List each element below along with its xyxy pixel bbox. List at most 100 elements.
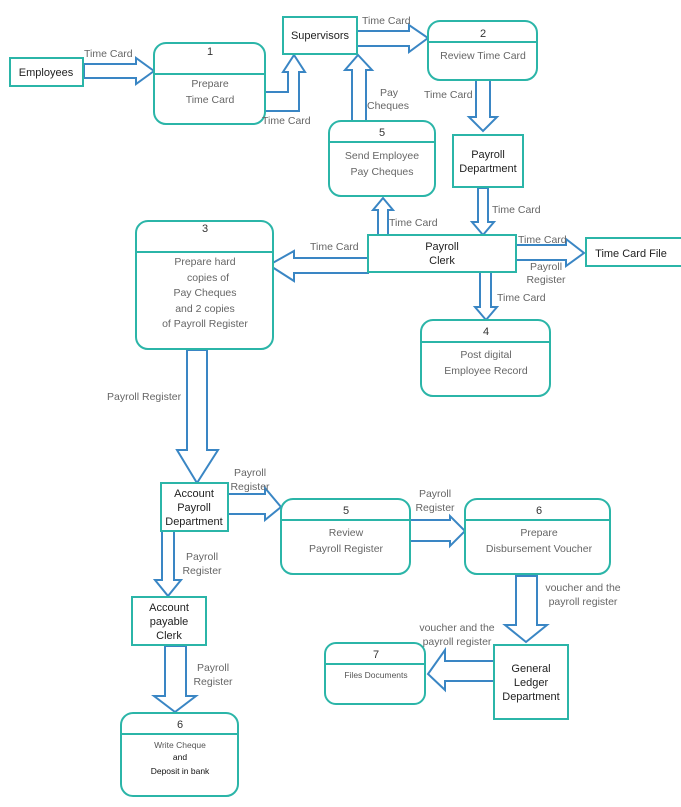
flow-label-p5b-to-p6a: Payroll bbox=[419, 488, 451, 500]
process-label-line: Pay Cheques bbox=[173, 287, 236, 299]
flow-arrow-general-ledger-to-p7[interactable] bbox=[426, 646, 495, 693]
flow-label-clerk-to-time-card-file: Time Card bbox=[518, 234, 567, 246]
process-7-files-documents[interactable]: 7 Files Documents bbox=[324, 642, 426, 705]
entity-label-line: Department bbox=[459, 163, 516, 175]
process-label-line: Payroll Register bbox=[309, 543, 384, 555]
flow-arrow-p5b-to-p6a[interactable] bbox=[409, 513, 467, 549]
entity-label-line: Account bbox=[149, 602, 189, 614]
entity-label-line: Clerk bbox=[429, 255, 455, 267]
entity-label-line: Department bbox=[502, 691, 559, 703]
flow-label-clerk-to-time-card-file: Register bbox=[526, 274, 566, 286]
process-label-line: and bbox=[173, 752, 187, 762]
process-number: 4 bbox=[483, 326, 489, 338]
process-number: 6 bbox=[177, 719, 183, 731]
entity-employees[interactable]: Employees bbox=[9, 57, 84, 87]
flow-arrow-payroll-department-to-clerk[interactable] bbox=[469, 187, 497, 237]
flow-arrow-clerk-to-p4[interactable] bbox=[472, 271, 500, 322]
flow-label-general-ledger-to-p7: voucher and the bbox=[419, 622, 494, 634]
flow-label-p6a-to-general-ledger: voucher and the bbox=[545, 582, 620, 594]
entity-general-ledger-department[interactable]: General Ledger Department bbox=[493, 644, 569, 720]
flow-label-p1-to-supervisors: Time Card bbox=[262, 115, 311, 127]
process-label-line: Time Card bbox=[186, 94, 235, 106]
process-label-line: Review Time Card bbox=[440, 50, 526, 62]
process-label-line: and 2 copies bbox=[175, 303, 235, 315]
flow-label-clerk-to-p4: Time Card bbox=[497, 292, 546, 304]
process-number: 1 bbox=[207, 46, 213, 58]
flow-label-account-payroll-department-to-p5b: Payroll bbox=[234, 467, 266, 479]
flow-label-p5b-to-p6a: Register bbox=[415, 502, 455, 514]
entity-label-line: Payroll bbox=[177, 502, 211, 514]
process-5-review-payroll-register[interactable]: 5 Review Payroll Register bbox=[280, 498, 411, 575]
process-4-post-digital-employee-record[interactable]: 4 Post digital Employee Record bbox=[420, 319, 551, 397]
flow-label-p3-to-account-payroll-department: Payroll Register bbox=[107, 391, 182, 403]
flow-label-clerk-to-time-card-file: Payroll bbox=[530, 261, 562, 273]
flow-arrow-p6a-to-general-ledger[interactable] bbox=[502, 575, 550, 644]
flow-arrow-employees-to-p1[interactable] bbox=[83, 56, 156, 86]
process-label-line: Post digital bbox=[460, 349, 511, 361]
process-number: 7 bbox=[373, 649, 379, 661]
entity-account-payroll-department[interactable]: Account Payroll Department bbox=[160, 482, 229, 532]
flow-arrow-account-payable-clerk-to-p6b[interactable] bbox=[151, 645, 199, 714]
process-6-prepare-disbursement-voucher[interactable]: 6 Prepare Disbursement Voucher bbox=[464, 498, 611, 575]
process-2-review-time-card[interactable]: 2 Review Time Card bbox=[427, 20, 538, 81]
process-number: 3 bbox=[202, 223, 208, 235]
flow-label-supervisors-to-p2: Time Card bbox=[362, 15, 411, 27]
flow-label-clerk-to-p3: Time Card bbox=[310, 241, 359, 253]
flow-label-account-payable-clerk-to-p6b: Payroll bbox=[197, 662, 229, 674]
flow-arrow-p2-to-payroll-department[interactable] bbox=[466, 79, 500, 133]
process-6-write-cheque-deposit[interactable]: 6 Write Cheque and Deposit in bank bbox=[120, 712, 239, 797]
entity-label: Supervisors bbox=[291, 30, 350, 42]
flow-label-clerk-to-p5a: Time Card bbox=[389, 217, 438, 229]
flow-label-payroll-department-to-clerk: Time Card bbox=[492, 204, 541, 216]
entity-supervisors[interactable]: Supervisors bbox=[282, 16, 358, 55]
entity-label-line: payable bbox=[150, 616, 189, 628]
process-label-line: copies of bbox=[187, 272, 229, 284]
flow-label-account-payroll-department-to-account-payable-clerk: Payroll bbox=[186, 551, 218, 563]
entity-label-line: Payroll bbox=[471, 149, 505, 161]
process-label-line: Employee Record bbox=[444, 365, 528, 377]
entity-payroll-department[interactable]: Payroll Department bbox=[452, 134, 524, 188]
entity-label-line: Account bbox=[174, 488, 214, 500]
flow-arrow-clerk-to-p3[interactable] bbox=[267, 249, 369, 283]
entity-label-line: Payroll bbox=[425, 241, 459, 253]
flow-arrow-account-payroll-department-to-account-payable-clerk[interactable] bbox=[152, 530, 184, 598]
process-label-line: Write Cheque bbox=[154, 740, 206, 750]
process-number: 5 bbox=[379, 127, 385, 139]
entity-account-payable-clerk[interactable]: Account payable Clerk bbox=[131, 596, 207, 646]
flow-label-account-payroll-department-to-p5b: Register bbox=[230, 481, 270, 493]
flow-label-p2-to-payroll-department: Time Card bbox=[424, 89, 473, 101]
flow-label-p6a-to-general-ledger: payroll register bbox=[549, 596, 618, 608]
flow-label-employees-to-p1: Time Card bbox=[84, 48, 133, 60]
entity-label-line: Ledger bbox=[514, 677, 549, 689]
entity-payroll-clerk[interactable]: Payroll Clerk bbox=[367, 234, 517, 273]
flow-label-account-payable-clerk-to-p6b: Register bbox=[193, 676, 233, 688]
flow-label-account-payroll-department-to-account-payable-clerk: Register bbox=[182, 565, 222, 577]
process-label-line: of Payroll Register bbox=[162, 318, 248, 330]
process-number: 6 bbox=[536, 505, 542, 517]
process-label-line: Prepare bbox=[191, 78, 229, 90]
process-1-prepare-time-card[interactable]: 1 Prepare Time Card bbox=[153, 42, 266, 125]
entity-label-line: Department bbox=[165, 516, 222, 528]
process-label-line: Files Documents bbox=[344, 670, 407, 680]
flow-arrow-p3-to-account-payroll-department[interactable] bbox=[175, 349, 220, 485]
process-label-line: Prepare hard bbox=[174, 256, 235, 268]
entity-label-line: General bbox=[511, 663, 550, 675]
process-label-line: Pay Cheques bbox=[350, 166, 413, 178]
process-label-line: Send Employee bbox=[345, 150, 419, 162]
entity-label: Time Card File bbox=[595, 248, 667, 260]
process-label-line: Prepare bbox=[520, 527, 558, 539]
process-label-line: Deposit in bank bbox=[151, 766, 210, 776]
flow-label-general-ledger-to-p7: payroll register bbox=[423, 636, 492, 648]
flow-arrow-p1-to-supervisors[interactable] bbox=[264, 53, 307, 112]
entity-label-line: Clerk bbox=[156, 630, 182, 642]
process-3-prepare-hard-copies[interactable]: 3 Prepare hard copies of Pay Cheques and… bbox=[135, 220, 274, 350]
entity-label: Employees bbox=[19, 67, 74, 79]
flow-label-p5a-to-supervisors: Pay bbox=[380, 87, 399, 99]
process-label-line: Review bbox=[329, 527, 364, 539]
entity-time-card-file[interactable]: Time Card File bbox=[585, 237, 681, 267]
flow-arrow-supervisors-to-p2[interactable] bbox=[356, 23, 430, 54]
process-number: 5 bbox=[343, 505, 349, 517]
process-5-send-employee-pay-cheques[interactable]: 5 Send Employee Pay Cheques bbox=[328, 120, 436, 197]
process-number: 2 bbox=[480, 28, 486, 40]
process-label-line: Disbursement Voucher bbox=[486, 543, 593, 555]
